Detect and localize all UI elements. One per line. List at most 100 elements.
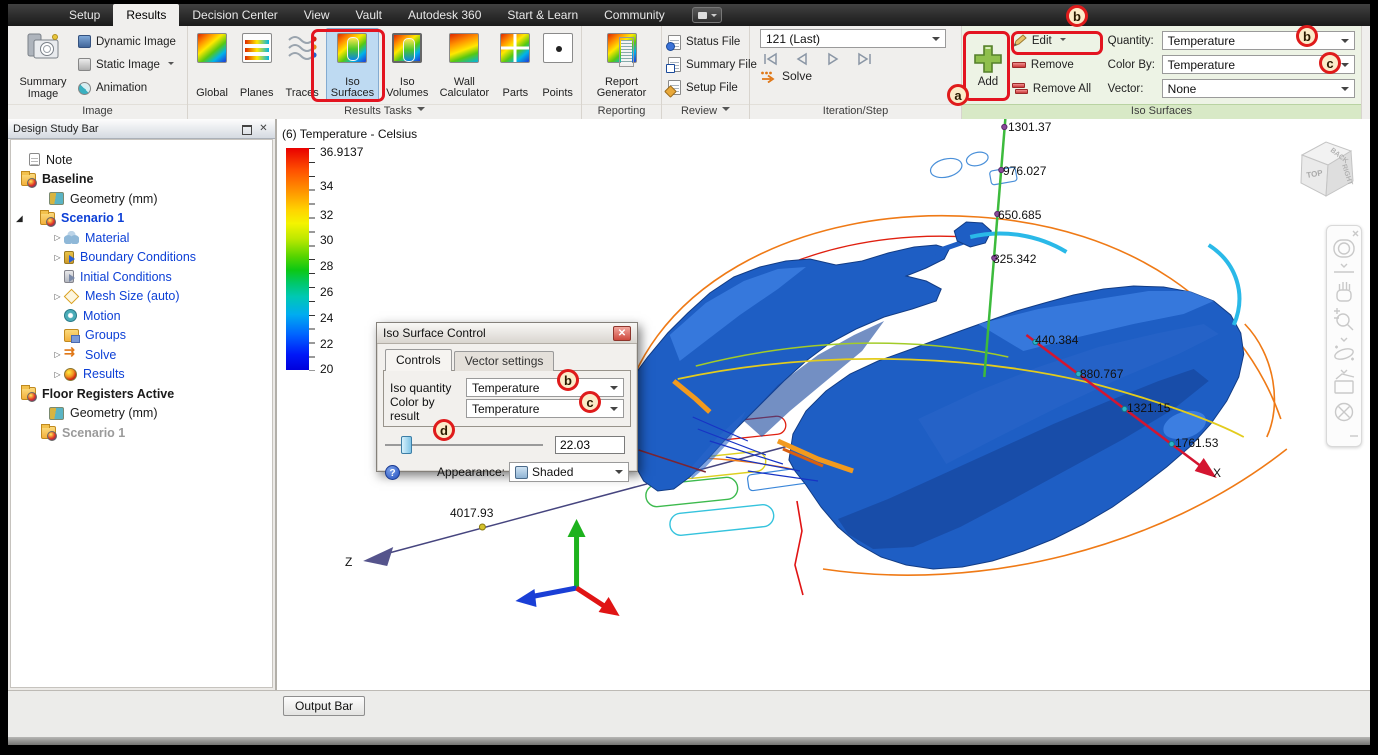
iso-quantity-dropdown[interactable]: Temperature	[466, 378, 624, 397]
scenario-folder-icon	[41, 424, 57, 442]
tab-vector-settings[interactable]: Vector settings	[453, 351, 555, 371]
expander-closed-icon[interactable]	[51, 233, 64, 242]
animation-button[interactable]: Animation	[78, 81, 176, 95]
iso-volumes-button[interactable]: Iso Volumes	[381, 28, 433, 102]
tree-item-geometry-1[interactable]: Geometry (mm)	[11, 189, 272, 209]
global-button[interactable]: Global	[191, 28, 233, 102]
edit-label: Edit	[1031, 35, 1052, 47]
step-forward-button[interactable]	[822, 51, 844, 67]
setup-file-button[interactable]: Setup File	[668, 80, 757, 96]
viewcube[interactable]: TOP RIGHT BACK	[1290, 133, 1360, 209]
dialog-titlebar[interactable]: Iso Surface Control ✕	[377, 323, 637, 344]
close-panel-icon[interactable]: ✕	[257, 123, 270, 135]
pan-hand-icon[interactable]	[1336, 282, 1352, 302]
tree-item-scenario-1[interactable]: Scenario 1	[11, 209, 272, 229]
3d-viewport[interactable]: 1301.37 976.027 650.685 325.342 440.384 …	[277, 119, 1370, 690]
zoom-icon[interactable]	[1334, 308, 1354, 342]
add-iso-surface-button[interactable]: Add	[966, 28, 1010, 102]
callout-balloon-c-colorby: c	[1319, 52, 1341, 74]
edit-pencil-icon	[1012, 34, 1027, 47]
iso-value-input[interactable]	[555, 436, 625, 454]
edit-iso-surface-button[interactable]: Edit	[1012, 31, 1104, 51]
group-label-review[interactable]: Review	[662, 104, 749, 119]
tree-item-mesh-size[interactable]: Mesh Size (auto)	[11, 287, 272, 307]
results-icon	[64, 367, 77, 381]
tree-item-scenario-2[interactable]: Scenario 1	[11, 423, 272, 443]
tab-start-learn[interactable]: Start & Learn	[494, 4, 591, 26]
menubar: Setup Results Decision Center View Vault…	[8, 4, 1370, 26]
tree-item-floor-registers-active[interactable]: Floor Registers Active	[11, 384, 272, 404]
remove-iso-surface-button[interactable]: Remove	[1011, 55, 1104, 75]
remove-all-iso-surfaces-button[interactable]: Remove All	[1011, 79, 1104, 99]
step-back-button[interactable]	[791, 51, 813, 67]
dynamic-image-button[interactable]: Dynamic Image	[78, 35, 176, 49]
iteration-step-dropdown[interactable]: 121 (Last)	[760, 29, 946, 48]
step-first-button[interactable]	[760, 51, 782, 67]
expander-closed-icon[interactable]	[51, 370, 64, 379]
legend-max-value: 36.9137	[320, 145, 364, 159]
summary-image-button[interactable]: Summary Image	[12, 28, 74, 102]
slider-thumb[interactable]	[401, 436, 412, 454]
status-file-label: Status File	[686, 36, 741, 49]
expander-closed-icon[interactable]	[51, 253, 64, 262]
step-last-button[interactable]	[853, 51, 875, 67]
tree-item-note[interactable]: Note	[11, 150, 272, 170]
dialog-title: Iso Surface Control	[383, 326, 486, 340]
expander-closed-icon[interactable]	[51, 350, 64, 359]
center-icon[interactable]	[1334, 402, 1354, 422]
tree-item-groups[interactable]: Groups	[11, 326, 272, 346]
expander-open-icon[interactable]	[13, 214, 26, 223]
parts-button[interactable]: Parts	[495, 28, 535, 102]
look-at-icon[interactable]	[1334, 373, 1355, 394]
wall-calculator-button[interactable]: Wall Calculator	[435, 28, 493, 102]
appearance-dropdown[interactable]: Shaded	[509, 462, 629, 482]
iso-surfaces-button[interactable]: Iso Surfaces	[325, 28, 380, 102]
tree-item-motion[interactable]: Motion	[11, 306, 272, 326]
tab-setup[interactable]: Setup	[56, 4, 113, 26]
add-label: Add	[977, 75, 999, 88]
color-by-value: Temperature	[1167, 57, 1236, 72]
setup-file-label: Setup File	[686, 81, 738, 94]
ribbon-options-button[interactable]	[691, 7, 722, 23]
tab-view[interactable]: View	[291, 4, 343, 26]
dialog-close-button[interactable]: ✕	[613, 325, 631, 341]
tab-autodesk-360[interactable]: Autodesk 360	[395, 4, 494, 26]
tab-results[interactable]: Results	[113, 4, 180, 26]
tree-item-results[interactable]: Results	[11, 365, 272, 385]
y-axis-label: 325.342	[993, 252, 1037, 266]
tab-vault[interactable]: Vault	[343, 4, 395, 26]
tree-item-boundary-conditions[interactable]: Boundary Conditions	[11, 248, 272, 268]
tab-controls[interactable]: Controls	[385, 349, 452, 371]
y-axis-label: 650.685	[998, 208, 1042, 222]
vector-dropdown[interactable]: None	[1161, 79, 1356, 98]
design-folder-icon	[21, 170, 37, 188]
orbit-icon[interactable]	[1334, 345, 1355, 374]
status-file-button[interactable]: Status File	[666, 34, 757, 51]
output-bar-button[interactable]: Output Bar	[283, 696, 366, 716]
summary-file-button[interactable]: Summary File	[666, 57, 757, 74]
traces-button[interactable]: Traces	[281, 28, 324, 102]
tab-community[interactable]: Community	[591, 4, 678, 26]
legend-tick-label: 26	[320, 285, 334, 299]
tree-item-baseline[interactable]: Baseline	[11, 170, 272, 190]
close-navbar-icon[interactable]	[1352, 230, 1359, 237]
tree-item-initial-conditions[interactable]: Initial Conditions	[11, 267, 272, 287]
solve-button[interactable]: Solve	[760, 69, 951, 83]
tree-item-material[interactable]: Material	[11, 228, 272, 248]
group-label-results-tasks[interactable]: Results Tasks	[188, 104, 581, 119]
help-icon[interactable]: ?	[385, 464, 400, 480]
tab-decision-center[interactable]: Decision Center	[179, 4, 290, 26]
static-image-button[interactable]: Static Image	[78, 58, 176, 72]
tree-item-geometry-2[interactable]: Geometry (mm)	[11, 404, 272, 424]
tree-item-solve[interactable]: Solve	[11, 344, 272, 365]
quantity-dropdown[interactable]: Temperature	[1161, 31, 1356, 50]
points-button[interactable]: Points	[537, 28, 578, 102]
planes-button[interactable]: Planes	[235, 28, 279, 102]
expander-closed-icon[interactable]	[51, 292, 64, 301]
iso-surface-control-dialog: Iso Surface Control ✕ Controls Vector se…	[376, 322, 638, 482]
steering-wheel-icon[interactable]	[1333, 239, 1355, 268]
y-axis-label: 976.027	[1003, 164, 1047, 178]
float-panel-icon[interactable]	[240, 123, 253, 135]
slider-track[interactable]	[385, 436, 543, 454]
report-generator-button[interactable]: Report Generator	[590, 28, 654, 102]
